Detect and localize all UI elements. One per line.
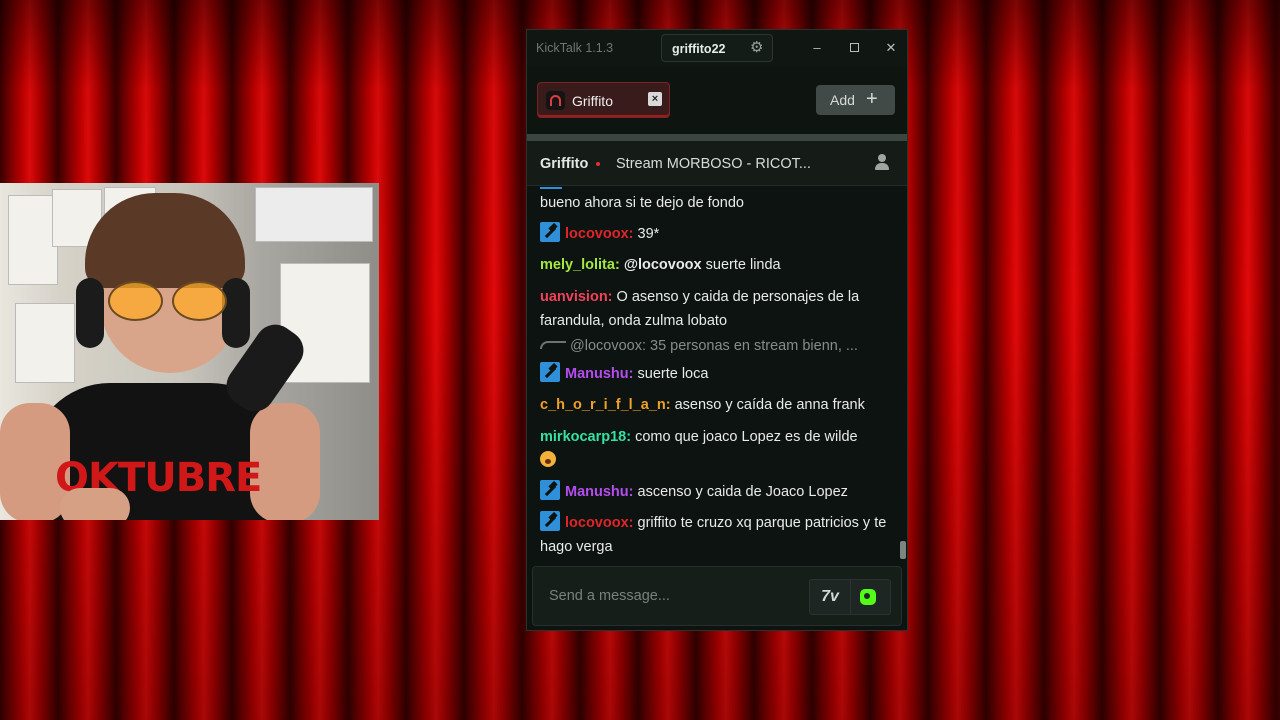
- message-text: ascenso y caida de Joaco Lopez: [637, 484, 848, 500]
- moderator-badge-icon: [540, 362, 560, 382]
- close-window-button[interactable]: ✕: [881, 38, 901, 58]
- plus-icon: +: [866, 88, 878, 110]
- chat-message: Manushu: suerte loca: [540, 362, 890, 386]
- webcam-overlay: OKTUBRE: [0, 183, 379, 520]
- message-composer: 7v: [532, 566, 902, 626]
- wall-sketch: [8, 195, 58, 285]
- whiteboard: [255, 187, 373, 242]
- message-text: suerte linda: [705, 257, 781, 273]
- message-username[interactable]: mirkocarp18:: [540, 429, 631, 445]
- reply-preview[interactable]: @locovoox: 35 personas en stream bienn, …: [540, 338, 890, 354]
- live-indicator: [596, 162, 600, 166]
- add-channel-button[interactable]: Add +: [816, 85, 895, 115]
- message-accent: [540, 187, 562, 189]
- chat-message: mely_lolita: @locovoox suerte linda: [540, 253, 890, 277]
- message-text: bueno ahora si te dejo de fondo: [540, 195, 744, 211]
- chat-messages[interactable]: bueno ahora si te dejo de fondo locovoox…: [527, 187, 907, 565]
- channel-tabs: Griffito × Add +: [527, 66, 907, 134]
- app-title: KickTalk 1.1.3: [536, 41, 614, 55]
- chat-message: locovoox: 39*: [540, 222, 890, 246]
- account-box[interactable]: griffito22 ⚙: [661, 34, 773, 62]
- wall-sketch: [15, 303, 75, 383]
- chat-message: bueno ahora si te dejo de fondo: [540, 191, 890, 215]
- stream-channel-name[interactable]: Griffito: [540, 156, 588, 172]
- reply-thread-icon: [540, 341, 566, 349]
- tab-label: Griffito: [572, 93, 613, 109]
- tab-griffito[interactable]: Griffito ×: [537, 82, 670, 118]
- message-input[interactable]: [533, 567, 803, 625]
- message-text: 39*: [637, 226, 660, 242]
- chat-message: c_h_o_r_i_f_l_a_n: asenso y caída de ann…: [540, 393, 890, 417]
- moderator-badge-icon: [540, 511, 560, 531]
- maximize-icon: [849, 43, 859, 52]
- add-button-label: Add: [830, 92, 855, 108]
- chat-message: mirkocarp18: como que joaco Lopez es de …: [540, 425, 890, 473]
- kick-channel-icon: [546, 91, 565, 110]
- kicktalk-window: KickTalk 1.1.3 griffito22 ⚙ – ✕ Griffito…: [526, 29, 908, 631]
- message-username[interactable]: c_h_o_r_i_f_l_a_n:: [540, 397, 671, 413]
- stream-header: Griffito Stream MORBOSO - RICOT...: [527, 141, 907, 186]
- message-username[interactable]: Manushu:: [565, 366, 633, 382]
- message-username[interactable]: Manushu:: [565, 484, 633, 500]
- tabs-divider: [527, 134, 907, 141]
- account-username: griffito22: [672, 42, 726, 56]
- chat-message: uanvision: O asenso y caida de personaje…: [540, 285, 890, 333]
- message-text: suerte loca: [637, 366, 709, 382]
- kick-emote-icon[interactable]: [860, 589, 876, 605]
- message-username[interactable]: uanvision:: [540, 289, 613, 305]
- streamer-hand: [60, 488, 130, 520]
- chat-scrollbar[interactable]: [900, 541, 906, 559]
- user-icon[interactable]: [875, 154, 889, 170]
- sunglasses: [108, 281, 228, 321]
- composer-buttons: 7v: [809, 579, 891, 615]
- tab-close-button[interactable]: ×: [648, 92, 662, 106]
- reply-text: @locovoox: 35 personas en stream bienn, …: [570, 338, 858, 354]
- minimize-button[interactable]: –: [807, 38, 827, 58]
- title-bar[interactable]: KickTalk 1.1.3 griffito22 ⚙ – ✕: [527, 30, 907, 66]
- headset-ear-cup: [76, 278, 104, 348]
- maximize-button[interactable]: [844, 38, 864, 58]
- message-text: asenso y caída de anna frank: [674, 397, 865, 413]
- message-mention[interactable]: @locovoox: [624, 257, 702, 273]
- chat-message: locovoox: griffito te cruzo xq parque pa…: [540, 511, 890, 559]
- chat-message: Manushu: ascenso y caida de Joaco Lopez: [540, 480, 890, 504]
- moderator-badge-icon: [540, 480, 560, 500]
- message-username[interactable]: mely_lolita:: [540, 257, 620, 273]
- message-text: como que joaco Lopez es de wilde: [635, 429, 858, 445]
- message-username[interactable]: locovoox:: [565, 515, 633, 531]
- 7tv-emote-button[interactable]: 7v: [810, 580, 851, 614]
- stream-title: Stream MORBOSO - RICOT...: [616, 156, 811, 172]
- message-username[interactable]: locovoox:: [565, 226, 633, 242]
- scared-face-emoji-icon: [540, 451, 556, 467]
- moderator-badge-icon: [540, 222, 560, 242]
- gear-icon[interactable]: ⚙: [750, 38, 763, 56]
